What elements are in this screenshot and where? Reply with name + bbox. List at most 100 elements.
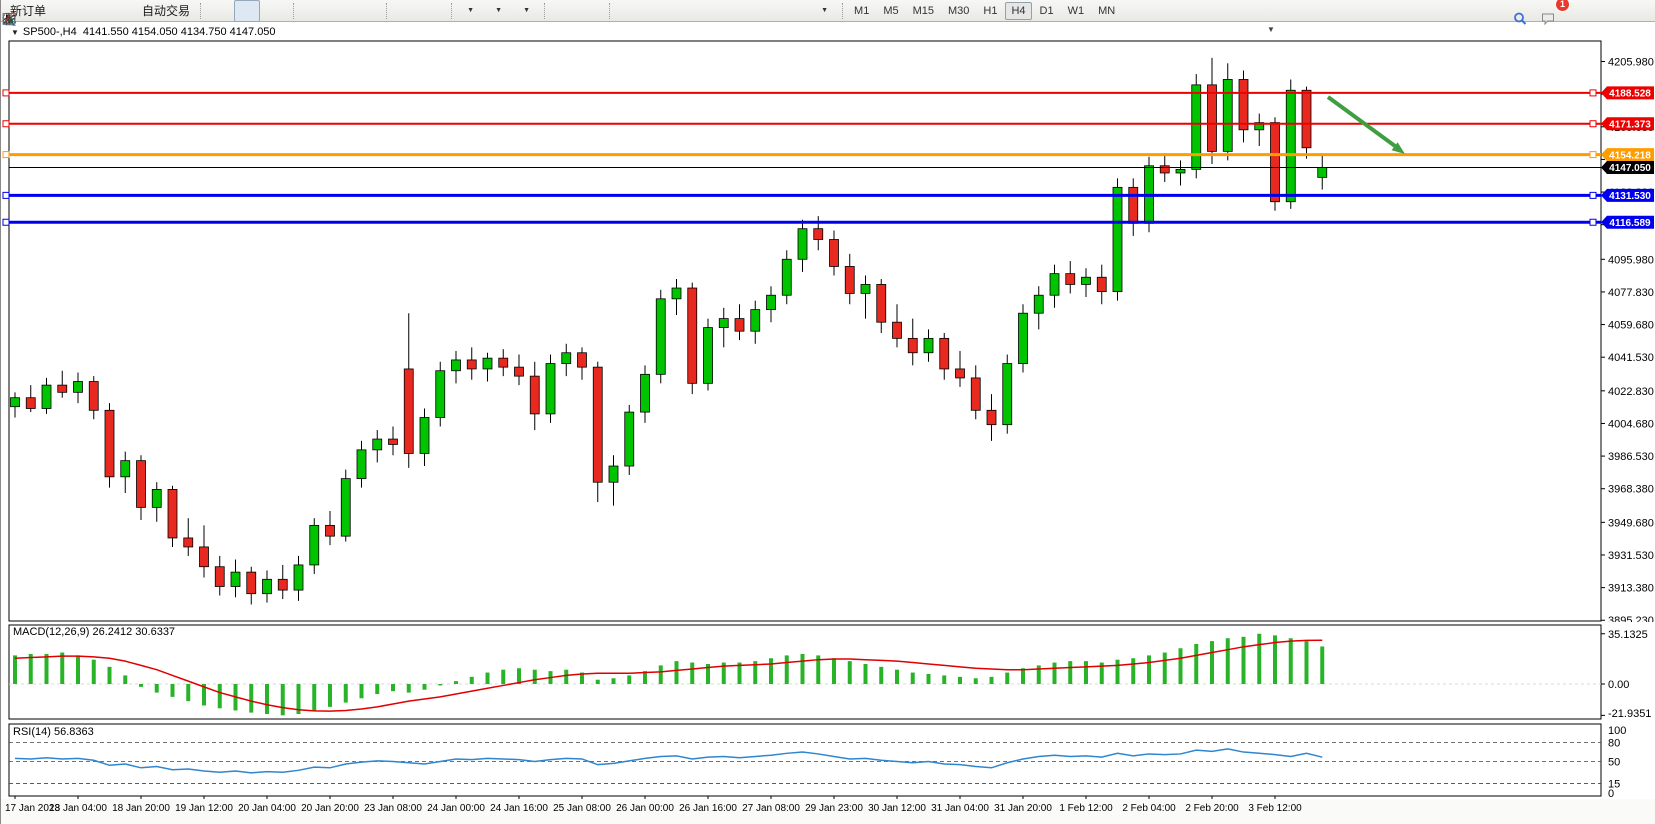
line-endpoint-handle[interactable] xyxy=(1590,192,1596,198)
toolbar: 新订单自动交易▼▼▼EFAT▼ M1M5M15M30H1H4D1W1MN 1 xyxy=(1,0,1655,22)
candle-body xyxy=(89,382,98,411)
candle-body xyxy=(11,398,20,407)
line-endpoint-handle[interactable] xyxy=(1590,90,1596,96)
timeframe-button-mn[interactable]: MN xyxy=(1092,2,1121,20)
dropdown-caret-icon[interactable]: ▼ xyxy=(495,7,502,14)
candle-body xyxy=(326,525,335,536)
indicator-window-button[interactable] xyxy=(392,0,418,22)
chart-symbol-period: SP500-,H4 xyxy=(23,26,77,38)
rsi-panel-canvas[interactable]: 1008050150 xyxy=(1,722,1655,799)
autotrading-button[interactable]: 自动交易 xyxy=(137,0,195,22)
timeframe-button-h1[interactable]: H1 xyxy=(977,2,1003,20)
line-endpoint-handle[interactable] xyxy=(1590,219,1596,225)
chart-shift-marker-icon[interactable]: ▼ xyxy=(1267,25,1275,34)
candle-body xyxy=(294,565,303,590)
zoom-in-button[interactable] xyxy=(299,0,325,22)
svg-text:3895.230: 3895.230 xyxy=(1608,615,1654,622)
tile-windows-button[interactable] xyxy=(355,0,381,22)
svg-text:4171.373: 4171.373 xyxy=(1609,119,1651,130)
candle-body xyxy=(767,295,776,309)
templates-button[interactable]: ▼ xyxy=(513,0,539,22)
candle-body xyxy=(1003,364,1012,425)
dropdown-caret-icon[interactable]: ▼ xyxy=(821,7,828,14)
cursor-button[interactable] xyxy=(550,0,576,22)
time-axis-label: 24 Jan 16:00 xyxy=(490,803,548,814)
candle-body xyxy=(751,310,760,332)
svg-text:4077.830: 4077.830 xyxy=(1608,287,1654,299)
svg-text:0.00: 0.00 xyxy=(1608,679,1629,691)
timeframe-button-m15[interactable]: M15 xyxy=(907,2,940,20)
time-axis-label: 24 Jan 00:00 xyxy=(427,803,485,814)
candle-body xyxy=(231,572,240,586)
candle-body xyxy=(1208,85,1217,152)
dropdown-caret-icon[interactable]: ▼ xyxy=(467,7,474,14)
candle-body xyxy=(1050,274,1059,296)
rsi-indicator-label: RSI(14) 56.8363 xyxy=(13,726,94,738)
trendline-button[interactable] xyxy=(671,0,697,22)
candle-body xyxy=(971,378,980,410)
timeframe-button-w1[interactable]: W1 xyxy=(1062,2,1091,20)
candle-body xyxy=(1286,90,1295,201)
candle-body xyxy=(467,360,476,369)
main-chart-canvas[interactable]: 4205.9804187.8304169.6804151.5304133.380… xyxy=(1,40,1655,622)
candle-body xyxy=(515,367,524,376)
search-button[interactable] xyxy=(1511,0,1537,22)
bar-chart-button[interactable] xyxy=(206,0,232,22)
candle-body xyxy=(1239,79,1248,129)
candle-body xyxy=(625,412,634,466)
svg-text:-21.9351: -21.9351 xyxy=(1608,708,1651,720)
indicator-window-2-button[interactable] xyxy=(420,0,446,22)
zoom-out-button[interactable] xyxy=(327,0,353,22)
toolbar-separator xyxy=(609,3,610,19)
candle-body xyxy=(672,288,681,299)
candle-body xyxy=(168,489,177,538)
chat-button[interactable]: 1 xyxy=(1539,0,1565,22)
candle-body xyxy=(436,371,445,418)
candle-body xyxy=(58,385,67,392)
candle-body xyxy=(987,410,996,424)
periods-button[interactable]: ▼ xyxy=(485,0,511,22)
timeframe-button-m30[interactable]: M30 xyxy=(942,2,975,20)
line-endpoint-handle[interactable] xyxy=(3,90,9,96)
candle-body xyxy=(940,338,949,369)
timeframe-button-h4[interactable]: H4 xyxy=(1005,2,1031,20)
line-endpoint-handle[interactable] xyxy=(3,121,9,127)
line-chart-button[interactable] xyxy=(262,0,288,22)
svg-text:3949.680: 3949.680 xyxy=(1608,517,1654,529)
line-endpoint-handle[interactable] xyxy=(3,192,9,198)
fibonacci-button[interactable]: F xyxy=(727,0,753,22)
macd-panel-canvas[interactable]: 35.1325 0.00 -21.9351 xyxy=(1,622,1655,722)
arrows-button[interactable]: ▼ xyxy=(811,0,837,22)
timeframe-button-m5[interactable]: M5 xyxy=(877,2,904,20)
time-axis-label: 31 Jan 04:00 xyxy=(931,803,989,814)
add-indicator-button[interactable]: ▼ xyxy=(457,0,483,22)
line-endpoint-handle[interactable] xyxy=(1590,121,1596,127)
market-watch-button[interactable] xyxy=(81,0,107,22)
timeframe-button-d1[interactable]: D1 xyxy=(1034,2,1060,20)
time-axis-label: 20 Jan 20:00 xyxy=(301,803,359,814)
line-endpoint-handle[interactable] xyxy=(3,152,9,158)
ticket-icon-button[interactable] xyxy=(53,0,79,22)
line-endpoint-handle[interactable] xyxy=(1590,152,1596,158)
svg-text:4154.218: 4154.218 xyxy=(1609,150,1651,161)
signal-button[interactable] xyxy=(109,0,135,22)
candle-body xyxy=(357,450,366,479)
chart-collapse-icon[interactable]: ▼ xyxy=(11,28,19,37)
macd-panel-border xyxy=(9,625,1601,719)
vertical-line-button[interactable] xyxy=(615,0,641,22)
price-axis: 4205.9804187.8304169.6804151.5304133.380… xyxy=(1601,57,1654,622)
channel-button[interactable]: E xyxy=(699,0,725,22)
line-endpoint-handle[interactable] xyxy=(3,219,9,225)
timeframe-button-m1[interactable]: M1 xyxy=(848,2,875,20)
time-axis-label: 3 Feb 12:00 xyxy=(1248,803,1301,814)
candlestick-button[interactable] xyxy=(234,0,260,22)
label-button[interactable]: T xyxy=(783,0,809,22)
candle-body xyxy=(152,489,161,507)
crosshair-button[interactable] xyxy=(578,0,604,22)
horizontal-line-button[interactable] xyxy=(643,0,669,22)
dropdown-caret-icon[interactable]: ▼ xyxy=(523,7,530,14)
text-button[interactable]: A xyxy=(755,0,781,22)
svg-text:35.1325: 35.1325 xyxy=(1608,629,1648,641)
toolbar-right-group: 1 xyxy=(1510,0,1566,22)
candle-body xyxy=(593,367,602,482)
